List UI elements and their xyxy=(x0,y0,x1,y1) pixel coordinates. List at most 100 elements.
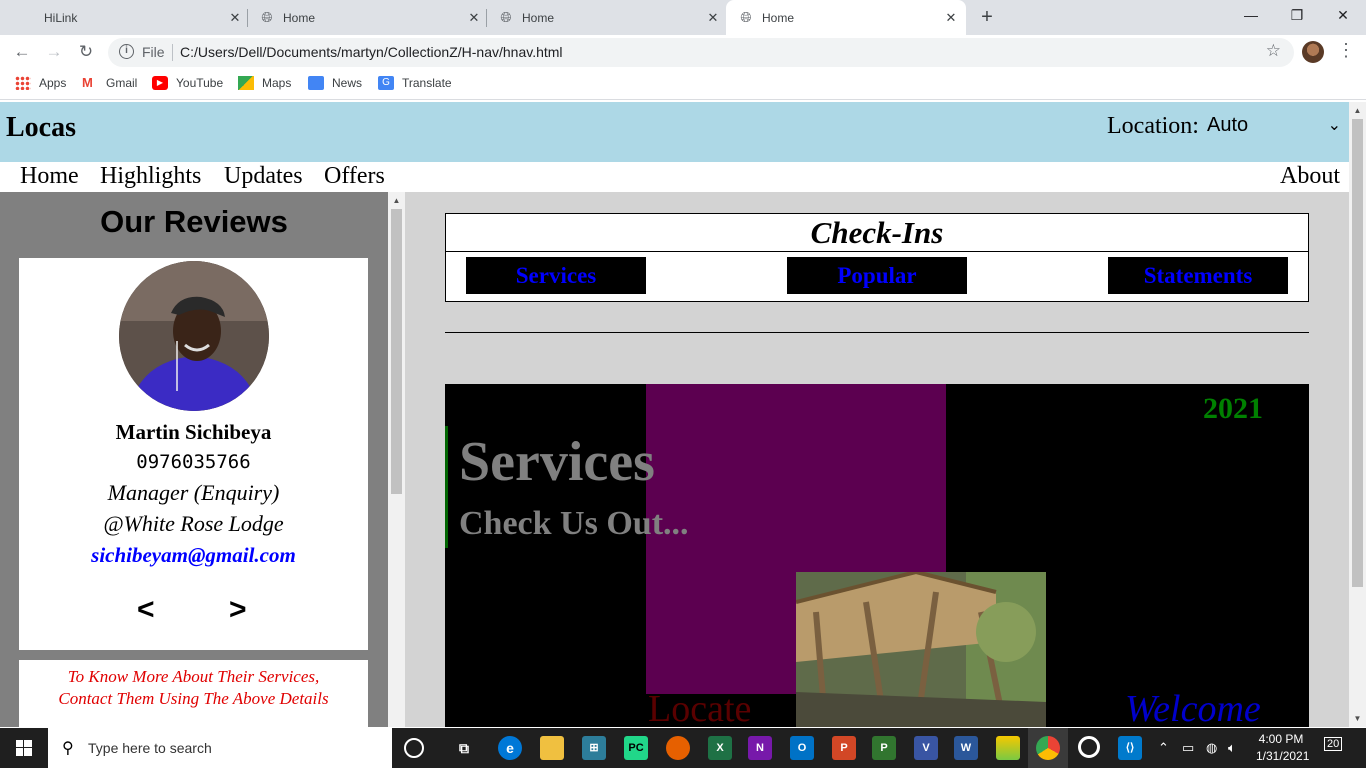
task-view-icon[interactable]: ⧉ xyxy=(452,736,476,760)
site-brand[interactable]: Locas xyxy=(6,112,76,144)
location-select[interactable]: Auto ⌄ xyxy=(1207,114,1349,142)
url-text[interactable]: C:/Users/Dell/Documents/martyn/Collectio… xyxy=(180,44,563,60)
taskbar-search[interactable]: ⚲ Type here to search xyxy=(48,728,392,768)
tab-home-active[interactable]: 🌐︎ Home ✕ xyxy=(726,0,966,35)
cortana-icon[interactable] xyxy=(404,738,424,758)
bookmark-youtube[interactable]: ▶ YouTube xyxy=(152,76,223,90)
scroll-up-icon[interactable]: ▲ xyxy=(388,192,405,209)
vscode-icon[interactable]: ⟨⟩ xyxy=(1118,736,1142,760)
nav-updates[interactable]: Updates xyxy=(224,163,303,190)
reviews-scrollbar[interactable]: ▲ xyxy=(388,192,405,727)
bookmark-gmail[interactable]: M Gmail xyxy=(82,76,138,91)
onenote-icon[interactable]: N xyxy=(748,736,772,760)
excel-icon[interactable]: X xyxy=(708,736,732,760)
reviews-title: Our Reviews xyxy=(100,204,288,239)
new-tab-button[interactable]: + xyxy=(976,4,998,30)
minimize-button[interactable]: — xyxy=(1228,0,1274,30)
notification-center-icon[interactable]: 20 xyxy=(1324,737,1350,758)
hero-subtitle: Check Us Out... xyxy=(459,505,689,542)
previous-review-button[interactable]: < xyxy=(137,593,155,627)
bookmark-news[interactable]: News xyxy=(308,76,362,90)
tab-title: Home xyxy=(522,10,555,25)
news-icon xyxy=(308,76,324,90)
pycharm-icon[interactable]: PC xyxy=(624,736,648,760)
nav-home[interactable]: Home xyxy=(20,163,79,190)
translate-icon: G xyxy=(378,76,394,90)
close-tab-icon[interactable]: ✕ xyxy=(704,10,722,26)
obs-icon[interactable] xyxy=(1078,736,1100,758)
hero-year: 2021 xyxy=(1203,392,1263,425)
windows-logo-icon xyxy=(16,740,32,756)
close-window-button[interactable]: ✕ xyxy=(1320,0,1366,30)
tab-separator xyxy=(486,9,487,27)
close-tab-icon[interactable]: ✕ xyxy=(942,10,960,26)
bluestacks-icon[interactable] xyxy=(996,736,1020,760)
reviewer-avatar xyxy=(119,261,269,411)
services-button[interactable]: Services xyxy=(466,257,646,294)
bookmark-label: Maps xyxy=(262,76,292,90)
nav-highlights[interactable]: Highlights xyxy=(100,163,201,190)
contact-note: To Know More About Their Services, Conta… xyxy=(19,660,368,727)
chrome-icon[interactable] xyxy=(1036,736,1060,760)
project-icon[interactable]: P xyxy=(872,736,896,760)
tab-home-1[interactable]: 🌐︎ Home ✕ xyxy=(259,0,483,35)
statements-button[interactable]: Statements xyxy=(1108,257,1288,294)
forward-arrow-icon[interactable]: → xyxy=(42,40,66,64)
browser-toolbar: ← → ↻ i File C:/Users/Dell/Documents/mar… xyxy=(0,35,1366,69)
nav-offers[interactable]: Offers xyxy=(324,163,385,190)
visio-icon[interactable]: V xyxy=(914,736,938,760)
info-icon[interactable]: i xyxy=(119,44,134,59)
chevron-up-icon[interactable]: ⌃ xyxy=(1158,740,1169,756)
close-tab-icon[interactable]: ✕ xyxy=(465,10,483,26)
reviews-panel: Our Reviews Martin Sichibeya 0976035766 … xyxy=(0,192,388,727)
page-scrollbar[interactable]: ▲ ▼ xyxy=(1349,102,1366,727)
scroll-up-icon[interactable]: ▲ xyxy=(1349,102,1366,119)
services-hero: 2021 Services Check Us Out... Locate Wel… xyxy=(445,384,1309,727)
reload-icon[interactable]: ↻ xyxy=(74,40,98,64)
network-icon[interactable]: ◍ xyxy=(1206,740,1217,756)
bookmark-star-icon[interactable]: ☆ xyxy=(1266,41,1281,61)
next-review-button[interactable]: > xyxy=(229,593,247,627)
volume-icon[interactable]: 🔈︎ xyxy=(1228,740,1236,756)
profile-avatar[interactable] xyxy=(1302,41,1324,63)
file-explorer-icon[interactable] xyxy=(540,736,564,760)
bookmark-label: YouTube xyxy=(176,76,224,90)
bookmark-maps[interactable]: Maps xyxy=(238,76,291,90)
firefox-icon[interactable] xyxy=(666,736,690,760)
word-icon[interactable]: W xyxy=(954,736,978,760)
checkins-box: Check-Ins Services Popular Statements xyxy=(445,213,1309,302)
chevron-down-icon: ⌄ xyxy=(1327,117,1341,134)
battery-icon[interactable]: ▭ xyxy=(1182,740,1194,756)
outlook-icon[interactable]: O xyxy=(790,736,814,760)
nav-about[interactable]: About xyxy=(1280,163,1340,190)
reviewer-email-link[interactable]: sichibeyam@gmail.com xyxy=(19,543,368,568)
windows-start-icon[interactable] xyxy=(0,728,48,768)
bookmark-label: Apps xyxy=(39,76,67,90)
taskbar: ⚲ Type here to search ⧉ e ⊞ PC X N O P P… xyxy=(0,728,1366,768)
scheme-label: File xyxy=(142,44,165,60)
restore-button[interactable]: ❐ xyxy=(1274,0,1320,30)
contact-note-line: To Know More About Their Services, xyxy=(67,667,320,686)
store-icon[interactable]: ⊞ xyxy=(582,736,606,760)
bookmark-apps[interactable]: Apps xyxy=(15,76,66,90)
popular-button[interactable]: Popular xyxy=(787,257,967,294)
bookmark-translate[interactable]: G Translate xyxy=(378,76,452,90)
bookmark-label: Gmail xyxy=(106,76,138,90)
hero-locate[interactable]: Locate xyxy=(648,687,751,727)
powerpoint-icon[interactable]: P xyxy=(832,736,856,760)
back-arrow-icon[interactable]: ← xyxy=(10,40,34,64)
scrollbar-thumb[interactable] xyxy=(1352,119,1363,587)
scroll-down-icon[interactable]: ▼ xyxy=(1349,710,1366,727)
tab-home-2[interactable]: 🌐︎ Home ✕ xyxy=(498,0,722,35)
tab-strip: HiLink ✕ 🌐︎ Home ✕ 🌐︎ Home ✕ 🌐︎ Home ✕ +… xyxy=(0,0,1366,35)
tab-hilink[interactable]: HiLink ✕ xyxy=(44,0,244,35)
kebab-menu-icon[interactable]: ⋮ xyxy=(1337,40,1355,61)
hero-accent-bar xyxy=(445,426,448,548)
address-bar[interactable]: i File C:/Users/Dell/Documents/martyn/Co… xyxy=(108,38,1294,67)
close-tab-icon[interactable]: ✕ xyxy=(226,10,244,26)
divider xyxy=(445,332,1309,333)
edge-icon[interactable]: e xyxy=(498,736,522,760)
scrollbar-thumb[interactable] xyxy=(391,209,402,494)
system-clock[interactable]: 4:00 PM 1/31/2021 xyxy=(1256,731,1309,765)
tab-title: Home xyxy=(762,10,795,25)
